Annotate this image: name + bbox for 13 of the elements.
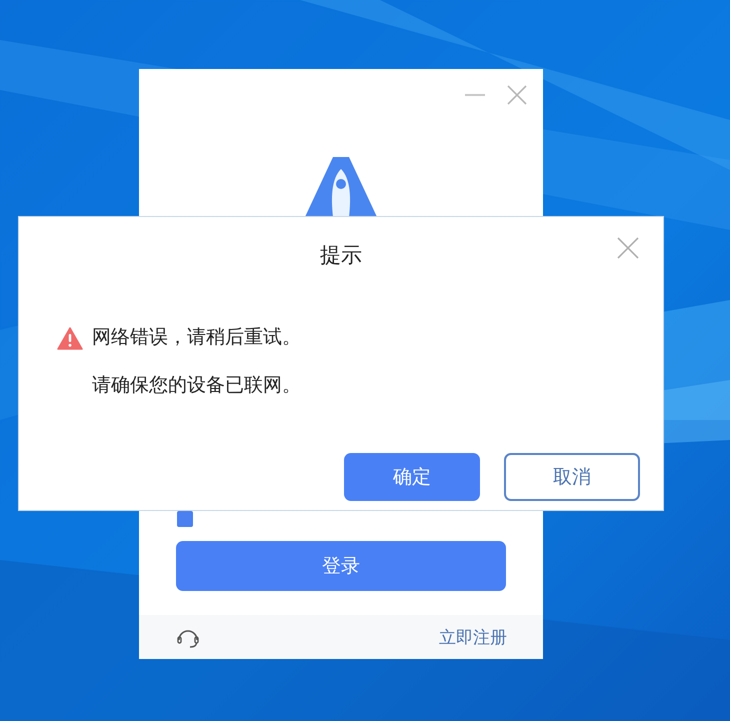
close-icon[interactable] xyxy=(617,237,639,259)
cancel-button[interactable]: 取消 xyxy=(504,453,640,501)
message-text: 请确保您的设备已联网。 xyxy=(92,374,301,398)
minimize-icon[interactable] xyxy=(465,94,485,96)
warning-icon xyxy=(57,326,83,350)
dialog-title: 提示 xyxy=(320,243,362,269)
confirm-button[interactable]: 确定 xyxy=(344,453,480,501)
checkbox[interactable] xyxy=(177,511,193,527)
register-link[interactable]: 立即注册 xyxy=(439,626,507,648)
close-icon[interactable] xyxy=(507,85,527,105)
rocket-logo-icon xyxy=(305,157,377,217)
login-button[interactable]: 登录 xyxy=(176,541,506,591)
message-text: 网络错误，请稍后重试。 xyxy=(92,326,301,350)
